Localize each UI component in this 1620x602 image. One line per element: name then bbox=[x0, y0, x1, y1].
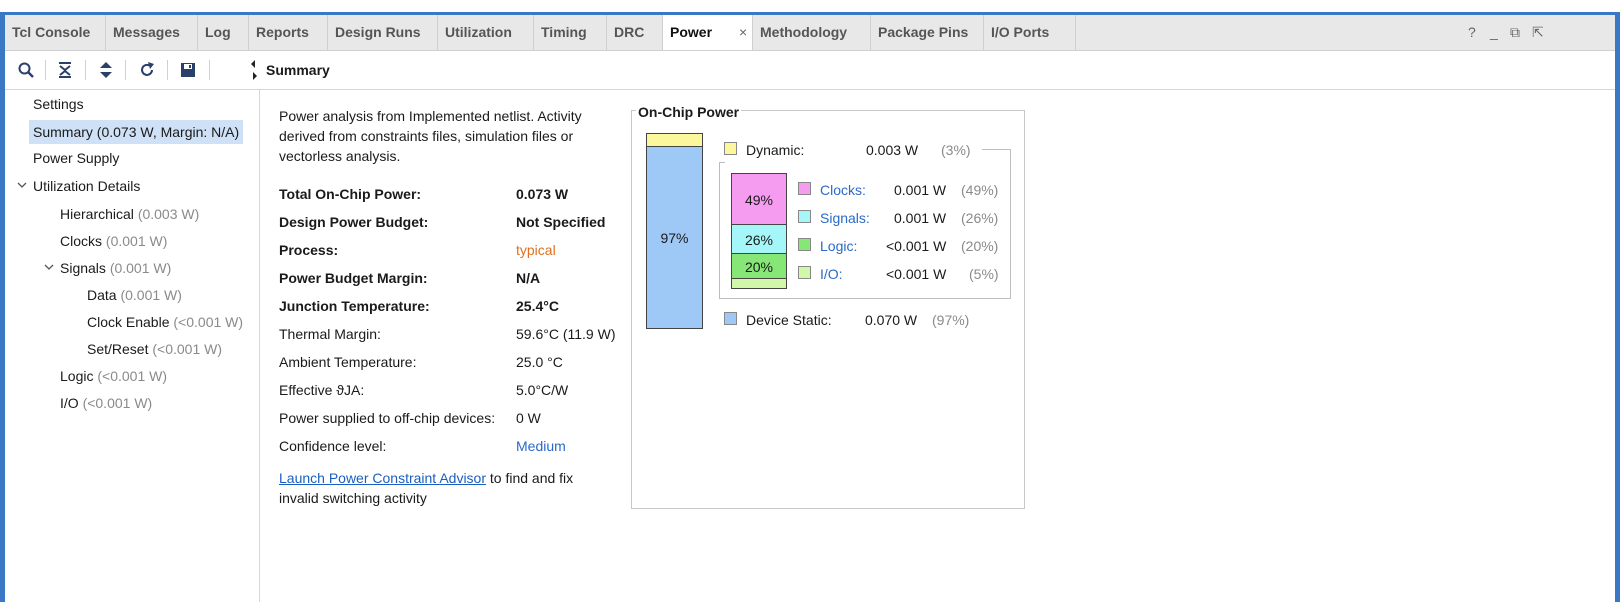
clocks-legend-swatch bbox=[798, 182, 811, 195]
tab-bar: Tcl Console Messages Log Reports Design … bbox=[5, 15, 1615, 51]
tab-tcl-console[interactable]: Tcl Console bbox=[5, 15, 106, 50]
summary-description: Power analysis from Implemented netlist.… bbox=[279, 108, 582, 164]
logic-legend-swatch bbox=[798, 238, 811, 251]
tab-io-ports[interactable]: I/O Ports bbox=[984, 15, 1076, 50]
logic-percent: (20%) bbox=[961, 238, 999, 254]
tab-design-runs[interactable]: Design Runs bbox=[328, 15, 438, 50]
tree-item-power-supply[interactable]: Power Supply bbox=[33, 146, 119, 170]
logic-value: <0.001 W bbox=[886, 238, 947, 254]
io-link[interactable]: I/O: bbox=[820, 265, 843, 283]
confidence-level-link[interactable]: Medium bbox=[516, 436, 566, 456]
restore-icon[interactable]: ⧉ bbox=[1510, 15, 1520, 50]
tree-item-set-reset[interactable]: Set/Reset (<0.001 W) bbox=[87, 337, 222, 361]
tree-item-settings[interactable]: Settings bbox=[33, 92, 84, 116]
search-icon[interactable] bbox=[14, 58, 38, 82]
tree-item-hierarchical[interactable]: Hierarchical (0.003 W) bbox=[60, 202, 199, 226]
tree-item-utilization-details[interactable]: Utilization Details bbox=[33, 174, 140, 198]
clocks-bar-segment: 49% bbox=[731, 173, 787, 225]
tab-utilization[interactable]: Utilization bbox=[438, 15, 534, 50]
process-value[interactable]: typical bbox=[516, 240, 556, 260]
chevron-down-icon[interactable] bbox=[16, 174, 28, 198]
signals-percent: (26%) bbox=[961, 210, 999, 226]
tree-item-logic[interactable]: Logic (<0.001 W) bbox=[60, 364, 167, 388]
tree-item-clocks[interactable]: Clocks (0.001 W) bbox=[60, 229, 167, 253]
device-static-legend-swatch bbox=[724, 312, 737, 325]
float-icon[interactable]: ⇱ bbox=[1532, 15, 1544, 50]
signals-bar-segment: 26% bbox=[731, 224, 787, 254]
clocks-link[interactable]: Clocks: bbox=[820, 181, 866, 199]
launch-power-constraint-advisor-link[interactable]: Launch Power Constraint Advisor bbox=[279, 470, 486, 486]
chevron-down-icon[interactable] bbox=[43, 256, 55, 280]
toolbar bbox=[5, 51, 260, 88]
logic-bar-segment: 20% bbox=[731, 253, 787, 279]
io-percent: (5%) bbox=[969, 266, 999, 282]
tab-power-close-icon[interactable]: × bbox=[739, 15, 747, 50]
tree-item-label: Power Supply bbox=[33, 150, 120, 166]
device-static-label: Device Static: bbox=[746, 312, 832, 328]
tree-item-summary[interactable]: Summary (0.073 W, Margin: N/A) bbox=[29, 120, 244, 144]
window-frame-right bbox=[1615, 12, 1620, 602]
signals-value: 0.001 W bbox=[894, 210, 947, 226]
tab-timing[interactable]: Timing bbox=[534, 15, 607, 50]
clocks-percent: (49%) bbox=[961, 182, 999, 198]
tree-item-data[interactable]: Data (0.001 W) bbox=[87, 283, 182, 307]
io-bar-segment bbox=[731, 278, 787, 289]
tab-package-pins[interactable]: Package Pins bbox=[871, 15, 984, 50]
refresh-icon[interactable] bbox=[135, 58, 159, 82]
tree-item-signals[interactable]: Signals (0.001 W) bbox=[60, 256, 171, 280]
tab-methodology[interactable]: Methodology bbox=[753, 15, 871, 50]
tree-item-io[interactable]: I/O (<0.001 W) bbox=[60, 391, 152, 415]
dynamic-label: Dynamic: bbox=[746, 142, 805, 158]
clocks-value: 0.001 W bbox=[894, 182, 947, 198]
collapse-all-icon[interactable] bbox=[53, 58, 77, 82]
tree-item-label: Summary (0.073 W, Margin: N/A) bbox=[33, 124, 240, 140]
signals-legend-swatch bbox=[798, 210, 811, 223]
advisor-paragraph: Launch Power Constraint Advisor to find … bbox=[279, 468, 609, 508]
panel-title: Summary bbox=[266, 62, 330, 78]
expand-all-icon[interactable] bbox=[94, 58, 118, 82]
on-chip-power-title: On-Chip Power bbox=[636, 104, 742, 120]
tab-messages[interactable]: Messages bbox=[106, 15, 198, 50]
dynamic-percent: (3%) bbox=[941, 142, 971, 158]
tree-item-clock-enable[interactable]: Clock Enable (<0.001 W) bbox=[87, 310, 243, 334]
tab-drc[interactable]: DRC bbox=[607, 15, 663, 50]
collapse-panel-icon[interactable] bbox=[250, 58, 258, 82]
minimize-icon[interactable]: _ bbox=[1490, 15, 1498, 50]
tab-reports[interactable]: Reports bbox=[249, 15, 328, 50]
io-value: <0.001 W bbox=[886, 266, 947, 282]
signals-link[interactable]: Signals: bbox=[820, 209, 870, 227]
logic-link[interactable]: Logic: bbox=[820, 237, 857, 255]
device-static-bar-segment: 97% bbox=[646, 146, 703, 329]
dynamic-value: 0.003 W bbox=[866, 142, 919, 158]
save-icon[interactable] bbox=[176, 58, 200, 82]
help-icon[interactable]: ? bbox=[1468, 15, 1476, 50]
tree-item-label: Utilization Details bbox=[33, 178, 141, 194]
device-static-percent: (97%) bbox=[932, 312, 970, 328]
io-legend-swatch bbox=[798, 266, 811, 279]
dynamic-bar-segment bbox=[646, 133, 703, 147]
tab-log[interactable]: Log bbox=[198, 15, 249, 50]
dynamic-legend-swatch bbox=[724, 142, 737, 155]
device-static-value: 0.070 W bbox=[865, 312, 918, 328]
tree-item-label: Settings bbox=[33, 96, 84, 112]
